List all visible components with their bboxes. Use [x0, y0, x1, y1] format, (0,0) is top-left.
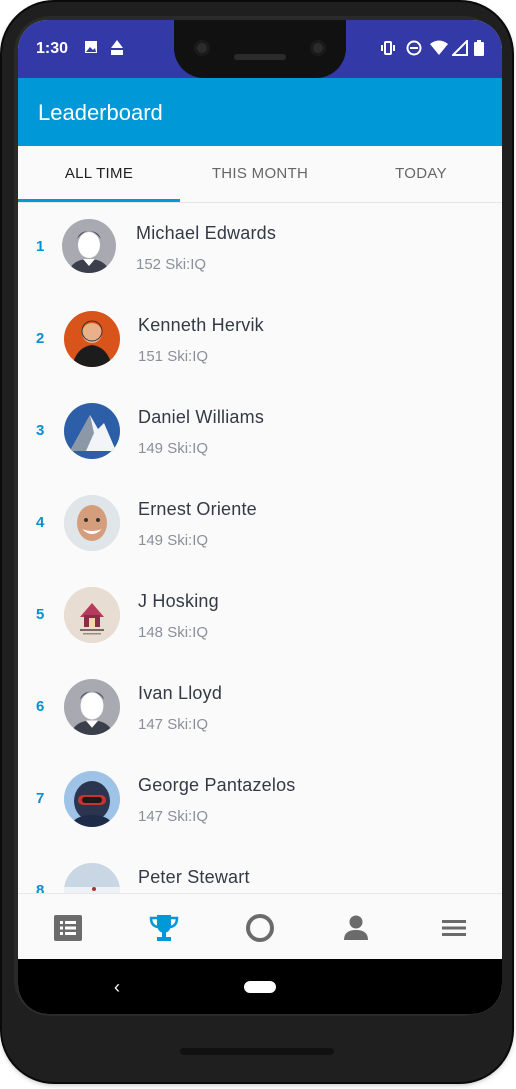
- status-bar: 1:30: [18, 20, 502, 78]
- person-icon[interactable]: [340, 912, 372, 944]
- player-name: J Hosking: [138, 591, 219, 611]
- default-avatar-icon: [64, 679, 120, 735]
- cow-shed-logo-avatar: [64, 587, 120, 643]
- rank-number: 2: [36, 330, 45, 347]
- player-score: 151 Ski:IQ: [138, 348, 209, 365]
- mountain-photo-avatar: [64, 403, 120, 459]
- tab-all-time[interactable]: ALL TIME: [18, 146, 180, 202]
- mm-icon: [110, 40, 124, 59]
- back-icon[interactable]: ‹: [114, 977, 120, 998]
- rank-number: 4: [36, 514, 45, 531]
- wifi-icon: [430, 40, 448, 59]
- player-score: 147 Ski:IQ: [138, 808, 209, 825]
- player-score: 148 Ski:IQ: [138, 624, 209, 641]
- player-name: Ivan Lloyd: [138, 683, 223, 703]
- player-name: Peter Stewart: [138, 867, 250, 887]
- front-camera-2: [310, 40, 326, 56]
- camera-notch: [174, 20, 346, 78]
- user-photo-avatar: [64, 495, 120, 551]
- tab-this-month[interactable]: THIS MONTH: [180, 146, 340, 202]
- player-score: 149 Ski:IQ: [138, 440, 209, 457]
- screen: 1:30 Leaderboard ALL TIME THIS MONTH TOD…: [18, 20, 502, 1014]
- rank-number: 5: [36, 606, 45, 623]
- default-avatar-icon: [62, 219, 116, 273]
- active-tab-indicator: [18, 199, 180, 202]
- earpiece: [234, 54, 286, 60]
- player-name: Kenneth Hervik: [138, 315, 264, 335]
- vibrate-icon: [380, 40, 396, 59]
- list-item[interactable]: 8 Peter Stewart: [18, 847, 502, 893]
- rank-number: 8: [36, 882, 45, 893]
- phone-frame: 1:30 Leaderboard ALL TIME THIS MONTH TOD…: [2, 2, 512, 1082]
- tab-bar: ALL TIME THIS MONTH TODAY: [18, 146, 502, 203]
- leaderboard-list[interactable]: 1 Michael Edwards 152 Ski:IQ 2 Kenneth H…: [18, 203, 502, 893]
- rank-number: 6: [36, 698, 45, 715]
- helmet-photo-avatar: [64, 771, 120, 827]
- player-score: 149 Ski:IQ: [138, 532, 209, 549]
- circle-icon[interactable]: [244, 912, 276, 944]
- bottom-navigation: [18, 893, 502, 960]
- do-not-disturb-icon: [406, 40, 422, 59]
- list-item[interactable]: 1 Michael Edwards 152 Ski:IQ: [18, 203, 502, 295]
- status-time: 1:30: [36, 40, 69, 57]
- player-name: George Pantazelos: [138, 775, 296, 795]
- rank-number: 3: [36, 422, 45, 439]
- page-title: Leaderboard: [38, 100, 163, 125]
- image-icon: [84, 40, 98, 57]
- rank-number: 1: [36, 238, 45, 255]
- player-name: Michael Edwards: [136, 223, 277, 243]
- signal-icon: [450, 38, 468, 59]
- rank-number: 7: [36, 790, 45, 807]
- home-button[interactable]: [244, 981, 276, 993]
- menu-icon[interactable]: [438, 912, 470, 944]
- front-camera: [194, 40, 210, 56]
- bottom-speaker: [180, 1048, 334, 1055]
- list-item[interactable]: 2 Kenneth Hervik 151 Ski:IQ: [18, 295, 502, 387]
- player-name: Ernest Oriente: [138, 499, 257, 519]
- user-photo-avatar: [64, 311, 120, 367]
- trophy-icon[interactable]: [148, 912, 180, 944]
- list-icon[interactable]: [52, 912, 84, 944]
- list-item[interactable]: 4 Ernest Oriente 149 Ski:IQ: [18, 479, 502, 571]
- list-item[interactable]: 6 Ivan Lloyd 147 Ski:IQ: [18, 663, 502, 755]
- snow-photo-avatar: [64, 863, 120, 893]
- app-bar: Leaderboard: [18, 78, 502, 146]
- tab-today[interactable]: TODAY: [340, 146, 502, 202]
- battery-icon: [474, 40, 484, 59]
- system-navigation-bar: ‹: [18, 959, 502, 1014]
- list-item[interactable]: 7 George Pantazelos 147 Ski:IQ: [18, 755, 502, 847]
- player-score: 152 Ski:IQ: [136, 256, 207, 273]
- list-item[interactable]: 5 J Hosking 148 Ski:IQ: [18, 571, 502, 663]
- list-item[interactable]: 3 Daniel Williams 149 Ski:IQ: [18, 387, 502, 479]
- player-score: 147 Ski:IQ: [138, 716, 209, 733]
- player-name: Daniel Williams: [138, 407, 265, 427]
